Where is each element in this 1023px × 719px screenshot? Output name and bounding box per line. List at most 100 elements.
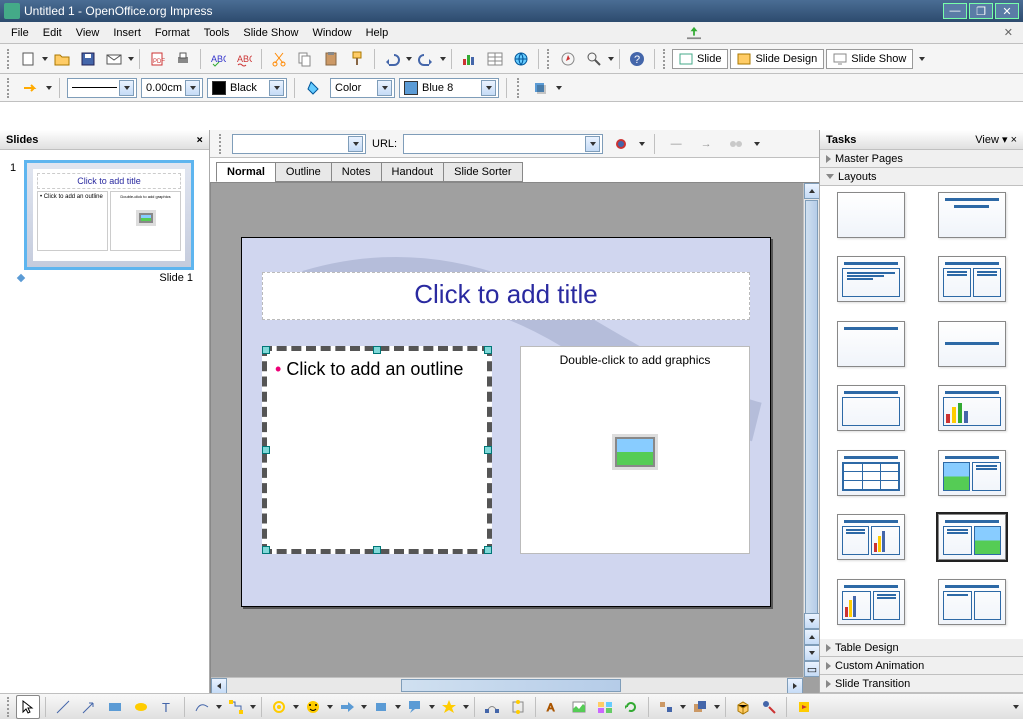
download-icon[interactable] xyxy=(687,26,701,40)
connector-dropdown[interactable] xyxy=(250,705,256,709)
paste-button[interactable] xyxy=(319,47,343,71)
toolbar2-handle-2[interactable] xyxy=(517,78,521,98)
rect-tool[interactable] xyxy=(103,695,127,719)
slide-show-button[interactable]: Slide Show xyxy=(826,49,913,69)
stars-dropdown[interactable] xyxy=(463,705,469,709)
zoom-button[interactable] xyxy=(582,47,606,71)
save-dropdown[interactable] xyxy=(128,57,134,61)
zoom-dropdown[interactable] xyxy=(608,57,614,61)
tab-normal[interactable]: Normal xyxy=(216,162,276,182)
fill-mode-combo[interactable]: Color xyxy=(330,78,395,98)
symbol-dropdown[interactable] xyxy=(327,705,333,709)
layout-blank[interactable] xyxy=(837,192,905,238)
drawing-overflow[interactable] xyxy=(1013,705,1019,709)
select-tool[interactable] xyxy=(16,695,40,719)
url-handle[interactable] xyxy=(219,134,223,154)
layout-title-only[interactable] xyxy=(837,321,905,367)
pdf-button[interactable]: PDF xyxy=(145,47,169,71)
curve-dropdown[interactable] xyxy=(216,705,222,709)
minimize-button[interactable]: — xyxy=(943,3,967,19)
horizontal-scrollbar[interactable] xyxy=(211,677,803,693)
connector-tool[interactable] xyxy=(224,695,248,719)
animation-tool[interactable] xyxy=(792,695,816,719)
redo-dropdown[interactable] xyxy=(440,57,446,61)
interaction-tool[interactable] xyxy=(757,695,781,719)
acc-master-pages[interactable]: Master Pages xyxy=(820,150,1023,168)
tab-handout[interactable]: Handout xyxy=(381,162,445,182)
chart-button[interactable] xyxy=(457,47,481,71)
slide-button[interactable]: Slide xyxy=(672,49,728,69)
menu-view[interactable]: View xyxy=(69,25,107,41)
url-overflow[interactable] xyxy=(754,142,760,146)
block-arrows-tool[interactable] xyxy=(335,695,359,719)
acc-table-design[interactable]: Table Design xyxy=(820,639,1023,657)
gallery-tool[interactable] xyxy=(593,695,617,719)
spellcheck-button[interactable]: ABC xyxy=(206,47,230,71)
layout-title-content[interactable] xyxy=(837,256,905,302)
layout-table[interactable] xyxy=(837,450,905,496)
layout-chart-text[interactable] xyxy=(837,579,905,625)
arrange-dropdown[interactable] xyxy=(714,705,720,709)
flowchart-dropdown[interactable] xyxy=(395,705,401,709)
tab-notes[interactable]: Notes xyxy=(331,162,382,182)
slides-panel-close-icon[interactable]: × xyxy=(196,133,203,146)
menu-format[interactable]: Format xyxy=(148,25,197,41)
toolbar-handle[interactable] xyxy=(7,49,11,69)
arrow-style-dropdown[interactable] xyxy=(46,86,52,90)
outline-placeholder[interactable]: • Click to add an outline xyxy=(262,346,492,554)
menu-file[interactable]: File xyxy=(4,25,36,41)
line-width-combo[interactable]: 0.00cm xyxy=(141,78,203,98)
close-button[interactable]: ✕ xyxy=(995,3,1019,19)
fontwork-tool[interactable]: A xyxy=(541,695,565,719)
style-combo[interactable] xyxy=(232,134,366,154)
acc-custom-animation[interactable]: Custom Animation xyxy=(820,657,1023,675)
layout-text-object[interactable] xyxy=(938,579,1006,625)
navigator-button[interactable] xyxy=(556,47,580,71)
undo-dropdown[interactable] xyxy=(406,57,412,61)
stop-dropdown[interactable] xyxy=(639,142,645,146)
symbol-shapes-tool[interactable] xyxy=(301,695,325,719)
format-paintbrush-button[interactable] xyxy=(345,47,369,71)
flowchart-tool[interactable] xyxy=(369,695,393,719)
redo-button[interactable] xyxy=(414,47,438,71)
callouts-tool[interactable] xyxy=(403,695,427,719)
help-button[interactable]: ? xyxy=(625,47,649,71)
save-button[interactable] xyxy=(76,47,100,71)
url-combo[interactable] xyxy=(403,134,603,154)
text-tool[interactable]: T xyxy=(155,695,179,719)
vertical-scrollbar[interactable]: ▭ xyxy=(803,183,819,677)
basic-shapes-dropdown[interactable] xyxy=(293,705,299,709)
block-arrows-dropdown[interactable] xyxy=(361,705,367,709)
copy-button[interactable] xyxy=(293,47,317,71)
slides-list[interactable]: 1 Click to add title • Click to add an o… xyxy=(0,150,209,693)
arrow-style-button[interactable] xyxy=(18,76,42,100)
tab-sorter[interactable]: Slide Sorter xyxy=(443,162,522,182)
menu-edit[interactable]: Edit xyxy=(36,25,69,41)
document-close-icon[interactable]: ✕ xyxy=(998,24,1019,41)
slide-design-button[interactable]: Slide Design xyxy=(730,49,824,69)
line-style-combo[interactable] xyxy=(67,78,137,98)
drawing-handle[interactable] xyxy=(7,697,11,717)
glue-points-tool[interactable] xyxy=(506,695,530,719)
align-tool[interactable] xyxy=(654,695,678,719)
shadow-button[interactable] xyxy=(528,76,552,100)
layout-clip-text[interactable] xyxy=(938,450,1006,496)
cut-button[interactable] xyxy=(267,47,291,71)
fill-button[interactable] xyxy=(302,76,326,100)
open-button[interactable] xyxy=(50,47,74,71)
line-tool[interactable] xyxy=(51,695,75,719)
toolbar-handle-2[interactable] xyxy=(547,49,551,69)
new-button[interactable] xyxy=(16,47,40,71)
menu-tools[interactable]: Tools xyxy=(197,25,237,41)
toolbar2-handle[interactable] xyxy=(7,78,11,98)
maximize-button[interactable]: ❐ xyxy=(969,3,993,19)
menu-slideshow[interactable]: Slide Show xyxy=(236,25,305,41)
fill-color-combo[interactable]: Blue 8 xyxy=(399,78,499,98)
layout-centered[interactable] xyxy=(938,321,1006,367)
tab-outline[interactable]: Outline xyxy=(275,162,332,182)
extrusion-tool[interactable] xyxy=(731,695,755,719)
title-placeholder[interactable]: Click to add title xyxy=(262,272,750,320)
layout-text-chart[interactable] xyxy=(837,514,905,560)
menu-help[interactable]: Help xyxy=(359,25,396,41)
from-file-tool[interactable] xyxy=(567,695,591,719)
